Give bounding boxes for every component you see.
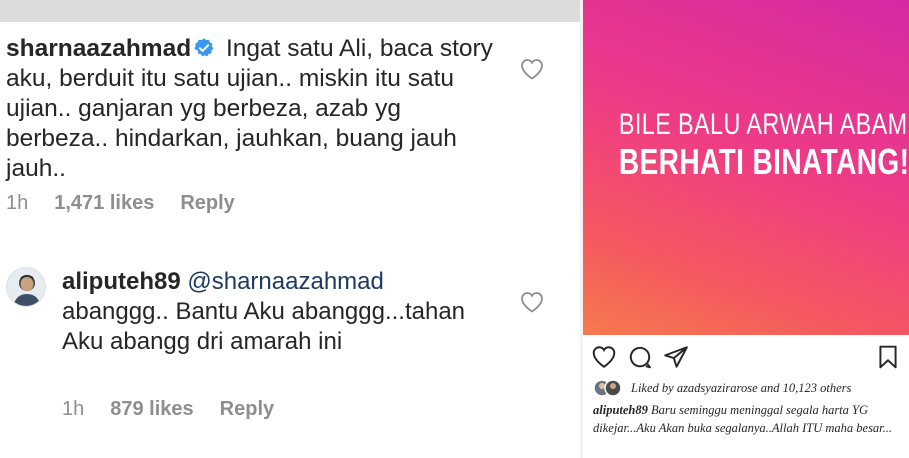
- comments-panel: sharnaazahmad Ingat satu Ali, baca story…: [0, 0, 580, 458]
- comment-2-username[interactable]: aliputeh89: [62, 268, 181, 295]
- share-icon[interactable]: [663, 344, 689, 370]
- comment-2-meta: 1h 879 likes Reply: [62, 398, 274, 421]
- comment-1: sharnaazahmad Ingat satu Ali, baca story…: [6, 34, 506, 184]
- story-line-2: BERHATI BINATANG!!!: [618, 141, 909, 182]
- comment-1-likes[interactable]: 1,471 likes: [54, 192, 154, 214]
- story-line-1: BILE BALU ARWAH ABAM: [618, 108, 908, 141]
- comment-2-mention[interactable]: @sharnaazahmad: [187, 268, 383, 295]
- comment-1-time: 1h: [6, 192, 29, 214]
- bookmark-icon[interactable]: [875, 344, 901, 370]
- comment-2: aliputeh89 @sharnaazahmad abanggg.. Bant…: [62, 267, 482, 357]
- heart-icon[interactable]: [520, 58, 544, 80]
- comment-icon[interactable]: [627, 344, 653, 370]
- likes-row: Liked by azadsyazirarose and 10,123 othe…: [593, 379, 905, 399]
- avatar[interactable]: [6, 267, 46, 307]
- post-caption: aliputeh89 Baru seminggu meninggal segal…: [593, 401, 903, 437]
- comment-1-reply-button[interactable]: Reply: [180, 192, 234, 214]
- likes-count[interactable]: Liked by azadsyazirarose and 10,123 othe…: [631, 381, 851, 396]
- comment-1-username[interactable]: sharnaazahmad: [6, 35, 191, 62]
- verified-badge-icon: [194, 38, 214, 57]
- top-bar: [0, 0, 580, 22]
- heart-icon[interactable]: [591, 344, 617, 370]
- liker-avatars: [593, 379, 622, 397]
- comment-2-reply-button[interactable]: Reply: [220, 398, 274, 420]
- heart-icon[interactable]: [520, 291, 544, 313]
- post-actions: [583, 344, 909, 372]
- story-image[interactable]: BILE BALU ARWAH ABAM BERHATI BINATANG!!!: [583, 0, 909, 335]
- comment-2-time: 1h: [62, 398, 85, 420]
- comment-2-likes[interactable]: 879 likes: [110, 398, 193, 420]
- post-panel: BILE BALU ARWAH ABAM BERHATI BINATANG!!!…: [583, 0, 909, 458]
- caption-username[interactable]: aliputeh89: [593, 403, 648, 417]
- avatar-image: [7, 268, 45, 306]
- comment-1-meta: 1h 1,471 likes Reply: [6, 192, 235, 215]
- comment-2-body: abanggg.. Bantu Aku abanggg...tahan Aku …: [62, 298, 466, 355]
